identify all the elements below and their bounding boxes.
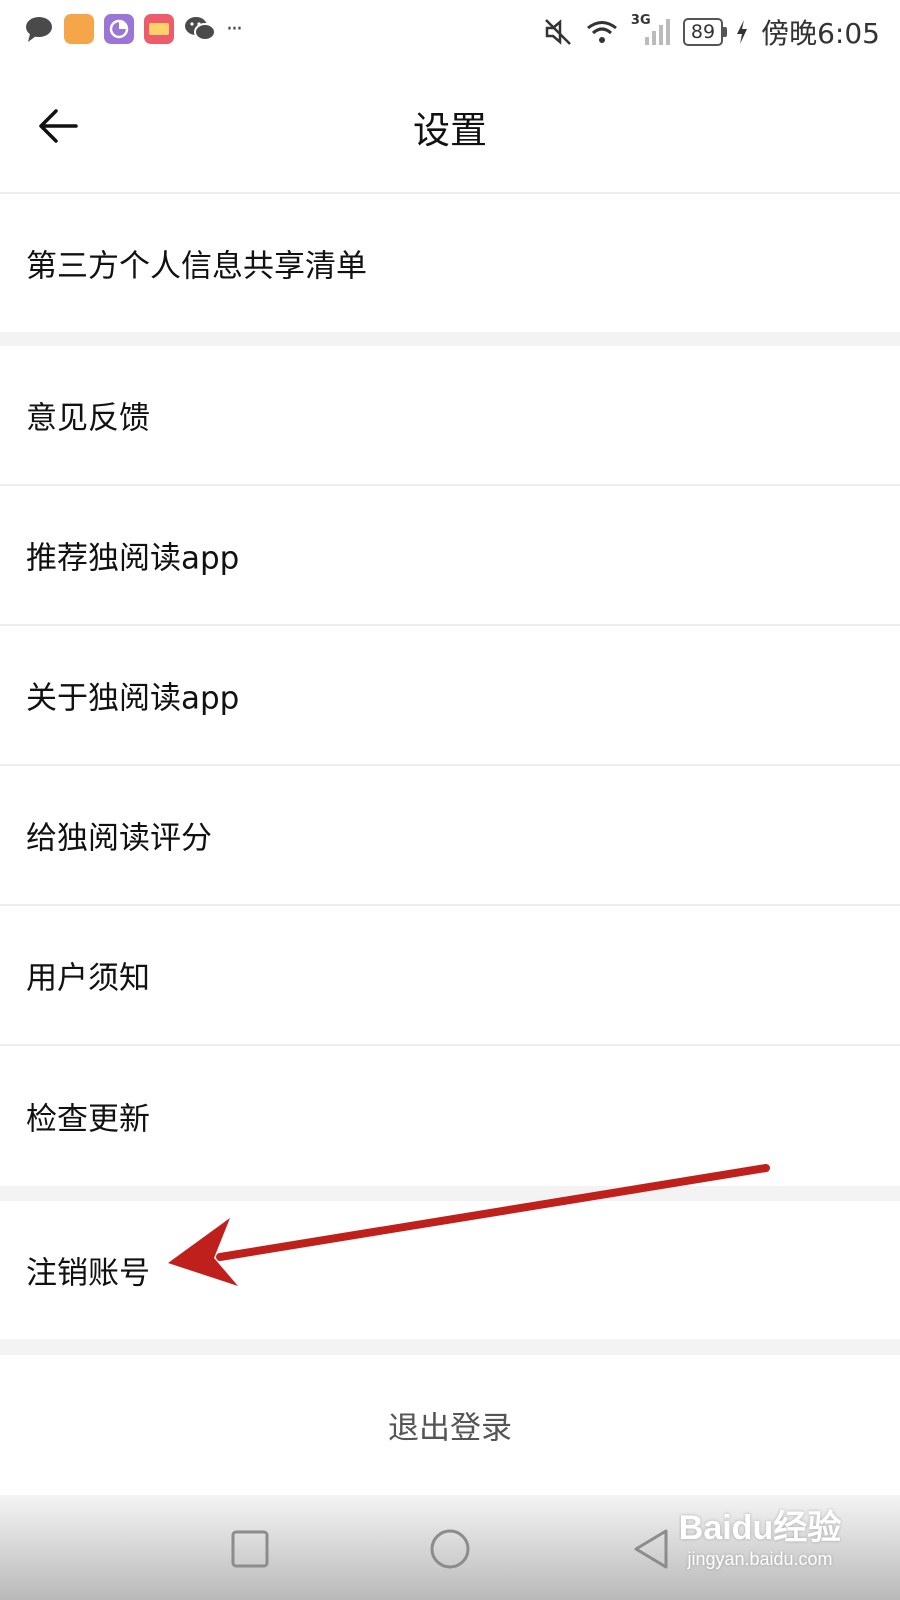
settings-item-label: 第三方个人信息共享清单 <box>26 248 367 285</box>
wifi-icon <box>586 21 617 43</box>
charging-icon <box>737 20 748 44</box>
settings-item-label: 用户须知 <box>26 960 150 997</box>
square-icon <box>231 1530 269 1568</box>
home-button[interactable] <box>426 1525 474 1573</box>
circle-icon <box>430 1529 470 1569</box>
battery-indicator: 89 <box>682 18 728 46</box>
settings-item-label: 关于独阅读app <box>26 680 240 717</box>
notes-icon <box>64 14 94 44</box>
settings-item-rate[interactable]: 给独阅读评分 <box>0 766 900 906</box>
settings-item-user-notice[interactable]: 用户须知 <box>0 906 900 1046</box>
watermark-url: jingyan.baidu.com <box>687 1549 833 1569</box>
photos-icon <box>104 14 134 44</box>
status-indicators: 3G 89 傍晚6:05 <box>543 12 880 52</box>
settings-item-label: 意见反馈 <box>26 400 150 437</box>
watermark-logo: Baidu经验 <box>678 1509 842 1547</box>
settings-item-label: 给独阅读评分 <box>26 820 212 857</box>
logout-label: 退出登录 <box>388 1410 512 1447</box>
settings-item-label: 推荐独阅读app <box>26 540 240 577</box>
clock: 傍晚6:05 <box>761 17 880 50</box>
section-separator <box>0 1186 900 1201</box>
settings-item-label: 注销账号 <box>26 1255 150 1292</box>
settings-item-cancel-account[interactable]: 注销账号 <box>0 1201 900 1339</box>
section-separator <box>0 332 900 346</box>
settings-item-label: 检查更新 <box>26 1101 150 1138</box>
notification-icons: ··· <box>24 14 243 44</box>
settings-item-third-party-sharing[interactable]: 第三方个人信息共享清单 <box>0 194 900 332</box>
more-notifications: ··· <box>226 16 243 42</box>
status-bar: ··· 3G 89 傍晚6:05 <box>0 0 900 62</box>
page-title: 设置 <box>413 109 487 152</box>
baidu-watermark: Baidu经验 jingyan.baidu.com <box>660 1500 860 1590</box>
app-bar: 设置 <box>0 62 900 194</box>
network-type: 3G <box>630 13 651 28</box>
message-icon <box>26 17 52 42</box>
settings-item-recommend[interactable]: 推荐独阅读app <box>0 486 900 626</box>
section-separator <box>0 1339 900 1355</box>
logout-button[interactable]: 退出登录 <box>0 1355 900 1495</box>
cell-signal-icon: 3G <box>631 13 671 47</box>
settings-item-about[interactable]: 关于独阅读app <box>0 626 900 766</box>
settings-item-check-update[interactable]: 检查更新 <box>0 1046 900 1186</box>
wallet-icon <box>144 14 174 44</box>
settings-item-feedback[interactable]: 意见反馈 <box>0 346 900 486</box>
mute-icon <box>545 19 571 45</box>
wechat-icon <box>185 17 216 41</box>
recent-apps-button[interactable] <box>226 1525 274 1573</box>
